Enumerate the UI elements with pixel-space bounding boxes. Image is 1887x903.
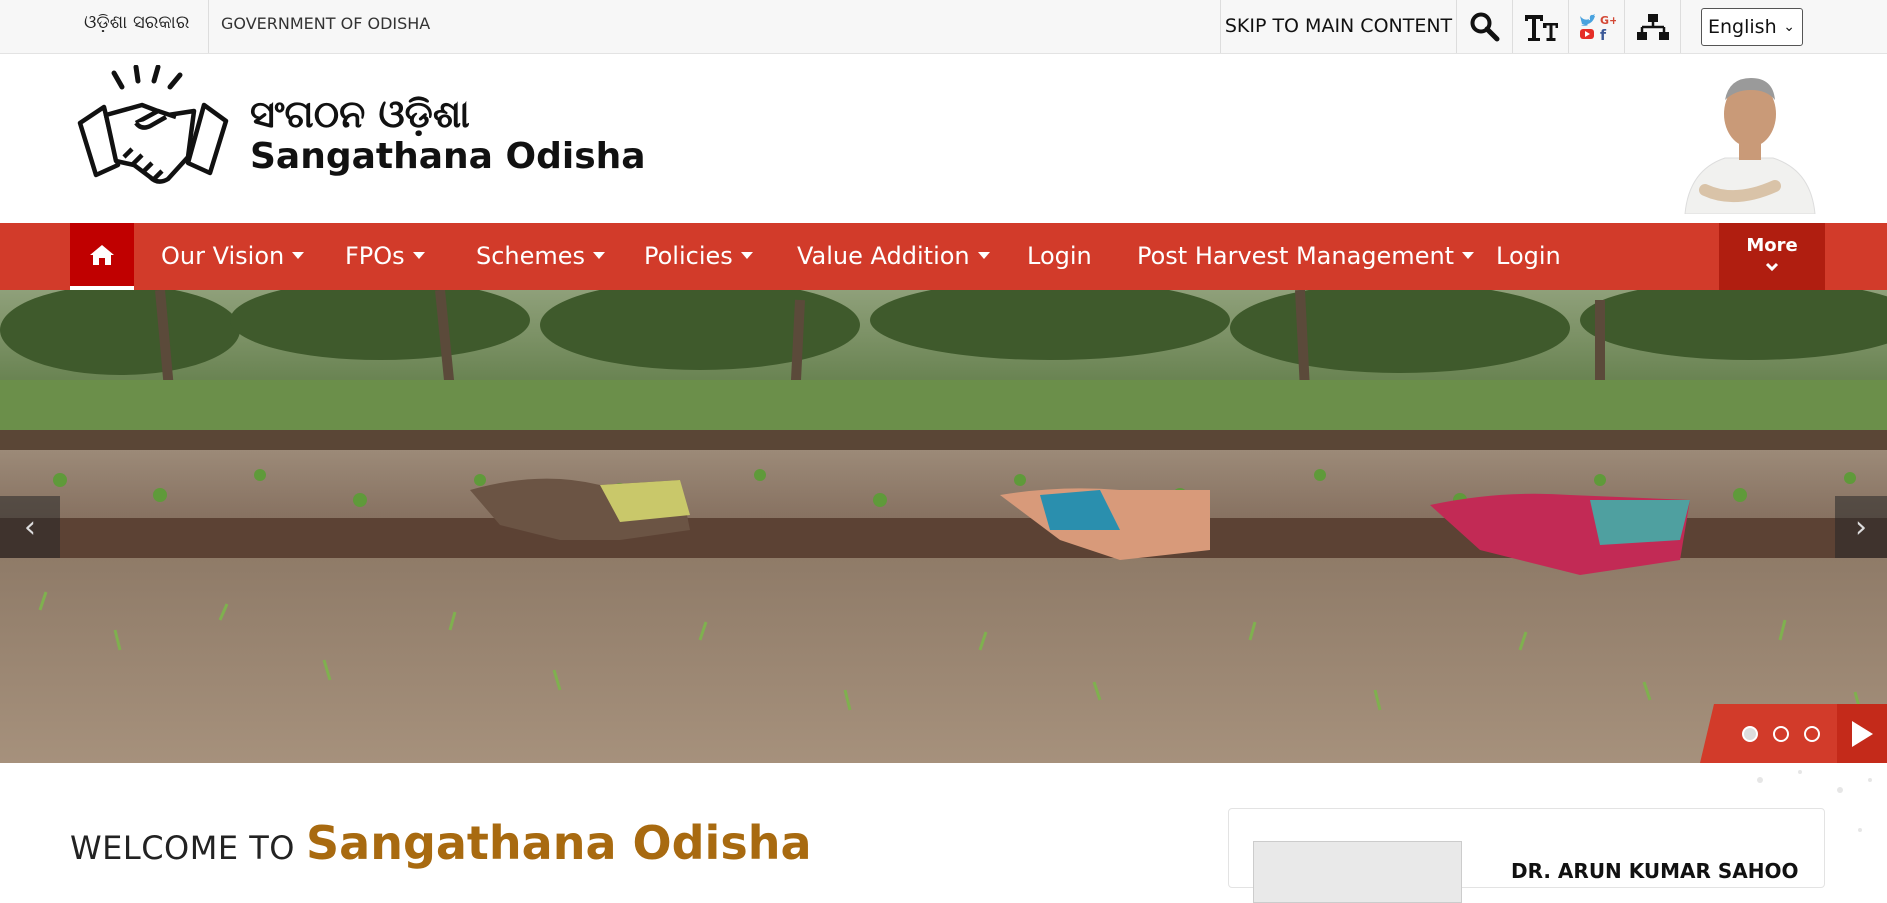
nav-item-label: Login [1027, 242, 1092, 270]
nav-item-label: Login [1496, 242, 1561, 270]
sitemap-icon [1636, 13, 1669, 40]
slider-dot-2[interactable] [1773, 726, 1789, 742]
nav-item-login-2[interactable]: Login [1496, 223, 1561, 290]
slider-dot-3[interactable] [1804, 726, 1820, 742]
slider-controls [1700, 704, 1887, 763]
play-icon [1852, 720, 1873, 747]
search-button[interactable] [1457, 0, 1513, 53]
hero-slider: ‹ › [0, 290, 1887, 763]
chevron-down-icon: ⌄ [1783, 19, 1795, 35]
divider [208, 0, 209, 53]
chevron-right-icon: › [1855, 509, 1867, 545]
welcome-prefix: WELCOME TO [70, 829, 295, 867]
government-label: GOVERNMENT OF ODISHA [221, 14, 431, 33]
nav-item-login[interactable]: Login [1027, 223, 1092, 290]
nav-item-post-harvest-management[interactable]: Post Harvest Management [1137, 223, 1475, 290]
text-size-button[interactable] [1513, 0, 1569, 53]
profile-photo [1253, 841, 1462, 903]
site-title: Sangathana Odisha [250, 136, 646, 177]
site-title-odia: ସଂଗଠନ ଓଡ଼ିଶା [250, 92, 470, 136]
profile-name: DR. ARUN KUMAR SAHOO [1511, 859, 1799, 883]
government-label-odia: ଓଡ଼ିଶା ସରକାର [84, 12, 190, 33]
nav-item-label: Post Harvest Management [1137, 242, 1455, 270]
chevron-left-icon: ‹ [24, 509, 36, 545]
profile-card: DR. ARUN KUMAR SAHOO [1228, 808, 1825, 903]
chief-minister-photo [1675, 66, 1827, 214]
caret-down-icon [292, 251, 305, 259]
caret-down-icon [740, 251, 753, 259]
caret-down-icon [977, 251, 990, 259]
nav-item-label: Our Vision [161, 242, 285, 270]
nav-item-label: Value Addition [797, 242, 970, 270]
home-button[interactable] [70, 223, 134, 290]
search-icon [1470, 12, 1499, 41]
nav-item-schemes[interactable]: Schemes [476, 223, 606, 290]
language-select-value: English [1708, 16, 1777, 38]
language-select[interactable]: English ⌄ [1701, 8, 1803, 46]
nav-item-our-vision[interactable]: Our Vision [161, 223, 305, 290]
slider-play-button[interactable] [1837, 704, 1887, 763]
main-navigation: Our Vision FPOs Schemes Policies Value A… [0, 223, 1887, 290]
svg-text:G+: G+ [1600, 14, 1616, 27]
nav-item-label: FPOs [345, 242, 405, 270]
chevron-down-icon [1765, 262, 1779, 272]
caret-down-icon [593, 251, 606, 259]
social-media-button[interactable]: G+ f [1569, 0, 1625, 53]
nav-item-fpos[interactable]: FPOs [345, 223, 425, 290]
more-menu-button[interactable]: More [1719, 223, 1825, 290]
svg-text:f: f [1600, 28, 1607, 42]
welcome-heading: WELCOME TO Sangathana Odisha [70, 816, 812, 870]
skip-to-main-content-link[interactable]: SKIP TO MAIN CONTENT [1220, 0, 1457, 53]
slider-next-button[interactable]: › [1835, 496, 1887, 558]
nav-item-label: Schemes [476, 242, 586, 270]
nav-item-label: Policies [644, 242, 733, 270]
sitemap-button[interactable] [1625, 0, 1681, 53]
slider-dot-1-active[interactable] [1742, 726, 1758, 742]
social-media-icon: G+ f [1579, 13, 1616, 42]
caret-down-icon [412, 251, 425, 259]
paddy-field-photo [0, 290, 1887, 763]
nav-item-policies[interactable]: Policies [644, 223, 753, 290]
more-label: More [1746, 235, 1798, 256]
nav-item-value-addition[interactable]: Value Addition [797, 223, 990, 290]
home-icon [90, 244, 114, 265]
caret-down-icon [1462, 251, 1475, 259]
top-utility-bar: ଓଡ଼ିଶା ସରକାର GOVERNMENT OF ODISHA SKIP T… [0, 0, 1887, 54]
slider-prev-button[interactable]: ‹ [0, 496, 60, 558]
handshake-logo[interactable] [76, 65, 230, 187]
welcome-site-name: Sangathana Odisha [306, 816, 812, 870]
text-size-icon [1522, 14, 1558, 41]
